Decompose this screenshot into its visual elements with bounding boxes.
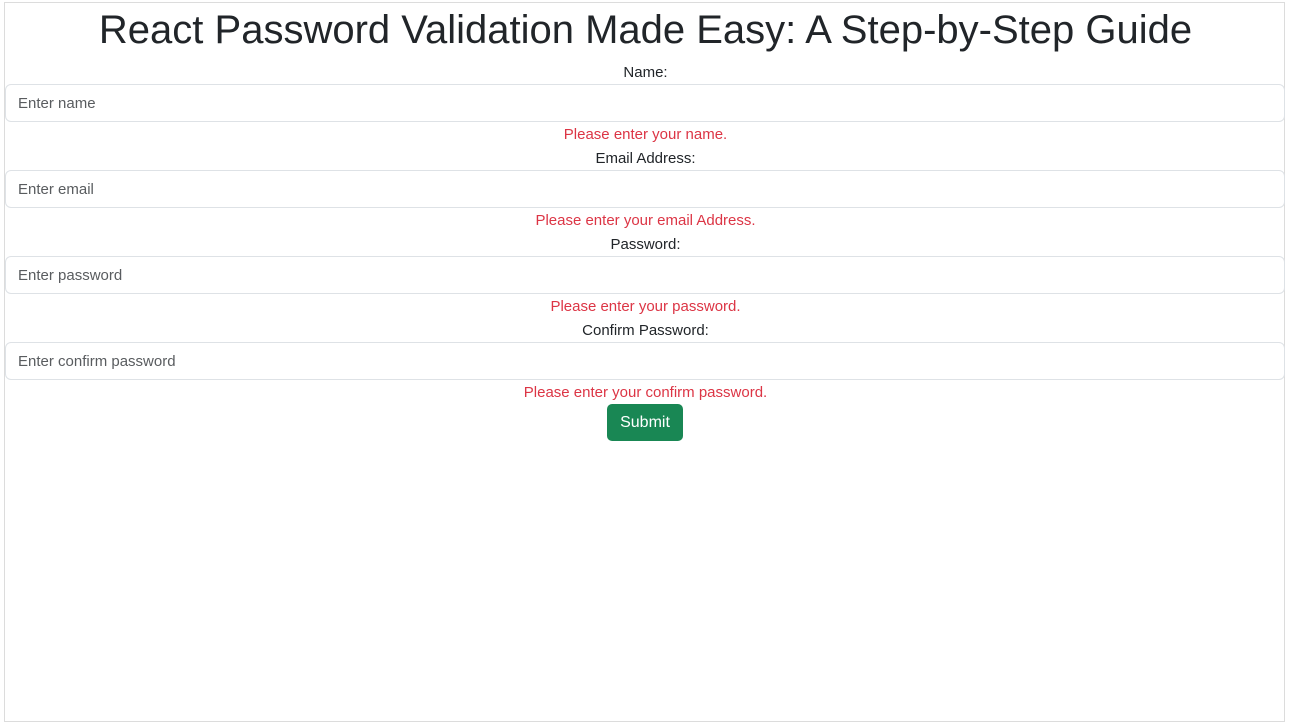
password-label: Password: [610,236,681,253]
password-error: Please enter your password. [550,298,741,315]
page-title: React Password Validation Made Easy: A S… [98,8,1193,52]
name-error: Please enter your name. [563,126,728,143]
confirm-password-error: Please enter your confirm password. [523,384,768,401]
email-label: Email Address: [595,150,696,167]
name-field[interactable] [5,84,1285,122]
confirm-password-label: Confirm Password: [582,322,709,339]
password-field[interactable] [5,256,1285,294]
confirm-password-field[interactable] [5,342,1285,380]
email-error: Please enter your email Address. [535,212,756,229]
name-label: Name: [623,64,668,81]
email-field[interactable] [5,170,1285,208]
submit-button[interactable]: Submit [607,404,683,441]
